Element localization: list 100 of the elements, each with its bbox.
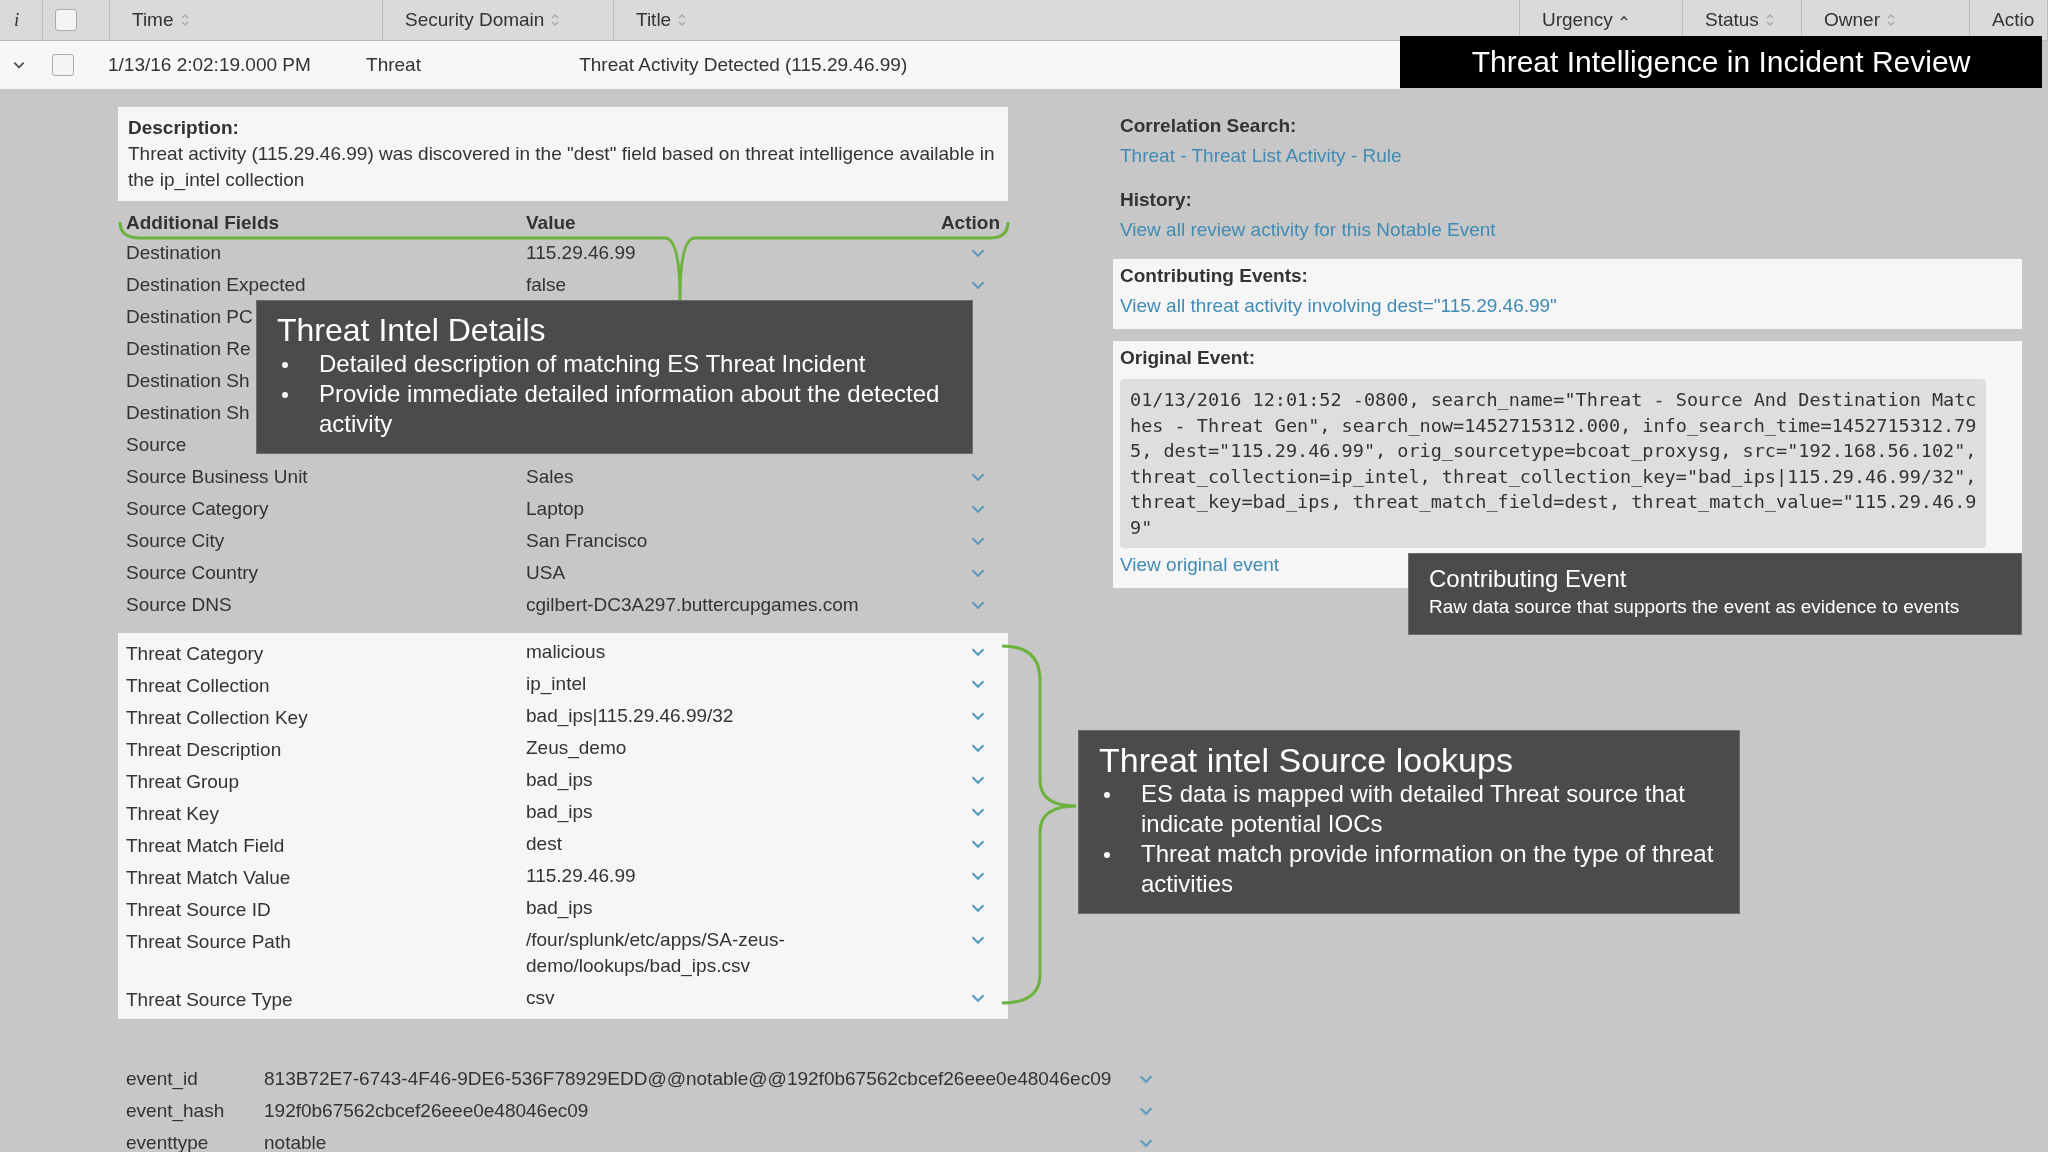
bullet-icon bbox=[281, 391, 289, 399]
field-name: Threat Collection bbox=[126, 675, 270, 697]
chevron-down-icon[interactable] bbox=[970, 679, 986, 690]
field-name: event_id bbox=[126, 1068, 199, 1090]
field-name: Destination PC bbox=[126, 306, 253, 328]
field-value: 192f0b67562cbcef26eee0e48046ec09 bbox=[264, 1100, 590, 1122]
field-value: dest bbox=[526, 832, 563, 856]
chevron-down-icon[interactable] bbox=[970, 935, 986, 946]
field-name: Destination Sh bbox=[126, 402, 250, 424]
bullet-icon bbox=[1103, 791, 1111, 799]
column-header[interactable]: Actio bbox=[1992, 9, 2035, 31]
chevron-down-icon[interactable] bbox=[970, 535, 986, 547]
callout-text: ES data is mapped with detailed Threat source that indicate potential IOCs bbox=[1141, 779, 1686, 839]
callout-title: Threat intel Source lookups bbox=[1099, 741, 1514, 779]
field-name: Source bbox=[126, 434, 187, 456]
field-value: bad_ips bbox=[526, 768, 594, 793]
column-header[interactable]: Owner bbox=[1824, 9, 1896, 31]
chevron-down-icon[interactable] bbox=[970, 567, 986, 579]
field-name: Destination Re bbox=[126, 338, 251, 360]
chevron-down-icon[interactable] bbox=[970, 647, 986, 658]
field-name: Threat Source Type bbox=[126, 989, 293, 1011]
table-cell: Threat Activity Detected (115.29.46.99) bbox=[579, 54, 908, 76]
chevron-down-icon[interactable] bbox=[970, 871, 986, 882]
field-value: 813B72E7-6743-4F46-9DE6-536F78929EDD@@notable@@192f0b67562cbcef26eee0e48046ec09 bbox=[264, 1068, 1113, 1090]
field-value: cgilbert-DC3A297.buttercupgames.com bbox=[526, 594, 859, 615]
column-header: Value bbox=[526, 212, 577, 234]
field-value: notable bbox=[264, 1132, 328, 1152]
callout-text: Threat match provide information on the type of threat activities bbox=[1141, 839, 1715, 899]
field-name: Source Business Unit bbox=[126, 466, 308, 488]
select-all-checkbox[interactable] bbox=[55, 9, 77, 31]
field-value: bad_ips|115.29.46.99/32 bbox=[526, 704, 735, 729]
section-label: History: bbox=[1120, 188, 1193, 212]
field-name: event_hash bbox=[126, 1100, 226, 1122]
chevron-down-icon[interactable] bbox=[1138, 1137, 1154, 1149]
field-value: Zeus_demo bbox=[526, 736, 628, 761]
title-banner: Threat Intelligence in Incident Review bbox=[1400, 36, 2042, 88]
chevron-down-icon[interactable] bbox=[970, 743, 986, 754]
table-cell: Threat bbox=[366, 54, 421, 76]
chevron-down-icon[interactable] bbox=[970, 503, 986, 515]
section-label: Correlation Search: bbox=[1120, 114, 1298, 138]
field-name: Threat Match Field bbox=[126, 835, 285, 857]
chevron-down-icon[interactable] bbox=[970, 279, 986, 291]
field-name: Threat Source ID bbox=[126, 899, 271, 921]
field-value: malicious bbox=[526, 640, 607, 664]
field-value: San Francisco bbox=[526, 530, 648, 551]
field-value: bad_ips bbox=[526, 800, 594, 825]
field-value: Laptop bbox=[526, 498, 585, 519]
field-name: Threat Match Value bbox=[126, 867, 291, 889]
field-value: false bbox=[526, 274, 567, 295]
field-name: Threat Group bbox=[126, 771, 239, 793]
row-checkbox[interactable] bbox=[52, 54, 75, 76]
field-name: Source DNS bbox=[126, 594, 232, 616]
chevron-down-icon[interactable] bbox=[970, 247, 986, 259]
column-header: Additional Fields bbox=[126, 212, 281, 234]
field-value: 115.29.46.99 bbox=[526, 242, 636, 263]
field-name: Source Country bbox=[126, 562, 258, 584]
column-header: i bbox=[14, 9, 20, 31]
description-label: Description: bbox=[128, 116, 240, 140]
callout-text: Provide immediate detailed information about the detected activity bbox=[319, 379, 941, 439]
chevron-down-icon[interactable] bbox=[970, 711, 986, 722]
bullet-icon bbox=[1103, 851, 1111, 859]
chevron-down-icon[interactable] bbox=[970, 903, 986, 914]
callout-text: Raw data source that supports the event as evidence to events bbox=[1429, 595, 1961, 619]
callout-title: Threat Intel Details bbox=[277, 311, 547, 349]
description-text: Threat activity (115.29.46.99) was discovered in the "dest" field based on threat intelligence available in the ip_intel collection bbox=[128, 142, 996, 193]
column-header: Action bbox=[940, 212, 1000, 234]
field-value: 115.29.46.99 bbox=[526, 864, 637, 888]
chevron-down-icon[interactable] bbox=[1138, 1073, 1154, 1085]
section-label: Original Event: bbox=[1120, 346, 1257, 370]
chevron-down-icon[interactable] bbox=[970, 839, 986, 850]
field-name: Threat Source Path bbox=[126, 931, 291, 953]
field-name: Source City bbox=[126, 530, 225, 552]
column-header[interactable]: Time bbox=[132, 9, 190, 31]
chevron-down-icon[interactable] bbox=[970, 775, 986, 786]
chevron-down-icon[interactable] bbox=[970, 599, 986, 611]
field-value: Sales bbox=[526, 466, 574, 487]
column-header[interactable]: Title bbox=[636, 9, 688, 31]
field-value: ip_intel bbox=[526, 672, 588, 697]
field-name: Threat Collection Key bbox=[126, 707, 308, 729]
field-name: Source Category bbox=[126, 498, 269, 520]
column-header[interactable]: Status bbox=[1705, 9, 1775, 31]
raw-event-text: 01/13/2016 12:01:52 -0800, search_name="Threat - Source And Destination Matches - Threat Gen", search_now=1452715312.000, info_search_time=1452715312.795, dest="115.29.46.99", orig_sourcetype=bcoat_proxysg, src="192.168.56.102", threat_collection=ip_intel, threat_collection_key="bad_ips|115.29.46.99/32", threat_key=bad_ips, threat_match_field=dest, threat_match_value="115.29.46.99" bbox=[1120, 379, 1987, 548]
field-name: Threat Description bbox=[126, 739, 282, 761]
chevron-down-icon[interactable] bbox=[1138, 1105, 1154, 1117]
bullet-icon bbox=[281, 361, 289, 369]
field-value: csv bbox=[526, 986, 556, 1010]
table-cell: 1/13/16 2:02:19.000 PM bbox=[107, 54, 311, 76]
field-name: Destination bbox=[126, 242, 222, 264]
chevron-down-icon[interactable] bbox=[970, 807, 986, 818]
callout-title: Contributing Event bbox=[1429, 564, 1628, 594]
column-header[interactable]: Security Domain bbox=[405, 9, 561, 31]
column-header[interactable]: Urgency bbox=[1542, 9, 1629, 31]
chevron-down-icon[interactable] bbox=[970, 993, 986, 1004]
field-value: USA bbox=[526, 562, 566, 583]
chevron-down-icon[interactable] bbox=[970, 471, 986, 483]
field-value: bad_ips bbox=[526, 896, 594, 921]
field-name: Destination Expected bbox=[126, 274, 306, 296]
field-name: Threat Key bbox=[126, 803, 219, 825]
field-name: Destination Sh bbox=[126, 370, 250, 392]
callout-text: Detailed description of matching ES Threat Incident bbox=[319, 349, 866, 379]
